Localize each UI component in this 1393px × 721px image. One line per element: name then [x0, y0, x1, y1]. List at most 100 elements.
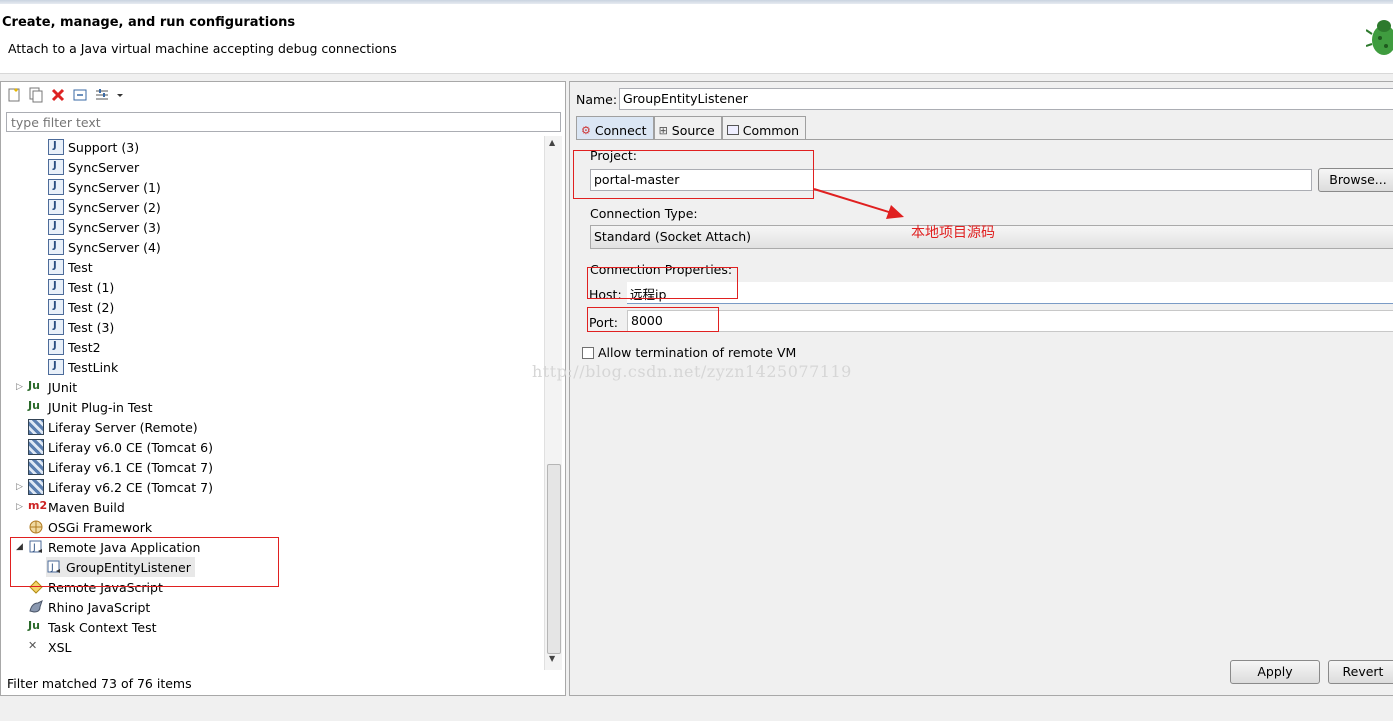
dialog-title: Create, manage, and run configurations: [2, 15, 296, 30]
tree-item[interactable]: ▷ m2 Maven Build: [16, 497, 125, 517]
java-launch-icon: [48, 279, 64, 295]
browse-button[interactable]: Browse...: [1318, 168, 1393, 192]
tree-item[interactable]: ✕ XSL: [28, 637, 71, 657]
name-label: Name:: [576, 92, 618, 107]
revert-button[interactable]: Revert: [1328, 660, 1393, 684]
java-launch-icon: [48, 339, 64, 355]
tree-item-label: Liferay v6.1 CE (Tomcat 7): [48, 459, 213, 475]
tree-item[interactable]: Ju JUnit Plug-in Test: [28, 397, 152, 417]
tree-item[interactable]: SyncServer (2): [48, 197, 161, 217]
tree-item[interactable]: OSGi Framework: [28, 517, 152, 537]
editor-tabs: ⚙ Connect ⊞ Source Common: [576, 116, 807, 140]
tree-item[interactable]: Test2: [48, 337, 101, 357]
new-config-icon[interactable]: [6, 87, 22, 103]
java-launch-icon: [48, 179, 64, 195]
name-field[interactable]: GroupEntityListener: [619, 88, 1393, 110]
tree-item[interactable]: Rhino JavaScript: [28, 597, 150, 617]
expand-arrow-icon[interactable]: ▷: [16, 382, 28, 392]
connect-tab-body: Project: portal-master Browse... Connect…: [576, 139, 1393, 639]
liferay-icon: [28, 419, 44, 435]
tree-item-label: Test (2): [68, 299, 115, 315]
java-launch-icon: [48, 299, 64, 315]
junit-icon: Ju: [28, 379, 40, 392]
scroll-up-icon[interactable]: ▲: [549, 138, 555, 147]
tree-item[interactable]: Support (3): [48, 137, 139, 157]
allow-termination-label: Allow termination of remote VM: [598, 345, 797, 360]
tree-item-label: Test2: [68, 339, 101, 355]
tree-item-junit[interactable]: ▷ Ju JUnit: [16, 377, 77, 397]
tree-item[interactable]: Liferay v6.1 CE (Tomcat 7): [28, 457, 213, 477]
java-launch-icon: [48, 319, 64, 335]
delete-config-icon[interactable]: [50, 87, 66, 103]
tree-scrollbar[interactable]: ▲ ▼: [544, 136, 562, 670]
tree-item-label: Support (3): [68, 139, 140, 155]
tree-item-label: TestLink: [68, 359, 119, 375]
tab-source[interactable]: ⊞ Source: [653, 116, 722, 140]
xsl-icon: ✕: [28, 639, 38, 652]
debug-bug-icon: [1366, 20, 1393, 55]
liferay-icon: [28, 439, 44, 455]
host-field[interactable]: 远程ip: [627, 282, 1393, 304]
filter-settings-icon[interactable]: [94, 87, 110, 103]
config-toolbar: [6, 86, 124, 104]
tree-item[interactable]: SyncServer (4): [48, 237, 161, 257]
tree-item[interactable]: SyncServer: [48, 157, 139, 177]
tab-label: Source: [671, 122, 715, 138]
dialog-subtitle: Attach to a Java virtual machine accepti…: [8, 41, 397, 56]
watermark-text: http://blog.csdn.net/zyzn1425077119: [532, 362, 852, 381]
filter-input[interactable]: [6, 112, 561, 132]
junit-plugin-icon: Ju: [28, 399, 40, 412]
chevron-down-icon[interactable]: [116, 87, 124, 103]
rhino-icon: [28, 599, 44, 615]
tree-item[interactable]: SyncServer (1): [48, 177, 161, 197]
expand-arrow-icon[interactable]: ▷: [16, 482, 28, 492]
java-launch-icon: [48, 199, 64, 215]
tree-item[interactable]: Test (3): [48, 317, 114, 337]
tree-item-label: XSL: [48, 639, 72, 655]
tree-item[interactable]: ▷ Liferay v6.2 CE (Tomcat 7): [16, 477, 213, 497]
scroll-thumb[interactable]: [547, 464, 561, 654]
tree-item[interactable]: Liferay v6.0 CE (Tomcat 6): [28, 437, 213, 457]
tab-connect[interactable]: ⚙ Connect: [576, 116, 654, 140]
java-launch-icon: [48, 259, 64, 275]
tree-item-label: Test (3): [68, 319, 115, 335]
maven-icon: m2: [28, 499, 48, 512]
checkbox-box[interactable]: [582, 346, 594, 359]
filter-status: Filter matched 73 of 76 items: [7, 676, 192, 691]
common-icon: [726, 125, 739, 135]
tree-item-label: Test (1): [68, 279, 115, 295]
expand-arrow-icon[interactable]: ▷: [16, 502, 28, 512]
tree-item[interactable]: Liferay Server (Remote): [28, 417, 198, 437]
collapse-all-icon[interactable]: [72, 87, 88, 103]
annotation-box-host: [587, 267, 738, 299]
tree-item-label: SyncServer (2): [68, 199, 161, 215]
window-title-strip: [0, 0, 1393, 4]
apply-button[interactable]: Apply: [1230, 660, 1320, 684]
tree-item-label: Maven Build: [48, 499, 125, 515]
annotation-box-port: [587, 307, 719, 332]
tab-common[interactable]: Common: [721, 116, 807, 140]
java-launch-icon: [48, 139, 64, 155]
tree-item-label: Test: [68, 259, 93, 275]
tree-item-label: JUnit Plug-in Test: [48, 399, 153, 415]
java-launch-icon: [48, 219, 64, 235]
tree-item-label: Task Context Test: [48, 619, 157, 635]
tree-item[interactable]: Test (2): [48, 297, 114, 317]
tree-item-label: SyncServer: [68, 159, 140, 175]
tree-item[interactable]: SyncServer (3): [48, 217, 161, 237]
tab-label: Common: [742, 122, 800, 138]
tree-item-label: SyncServer (1): [68, 179, 161, 195]
annotation-text: 本地项目源码: [911, 225, 995, 241]
duplicate-config-icon[interactable]: [28, 87, 44, 103]
tree-item[interactable]: TestLink: [48, 357, 118, 377]
tab-label: Connect: [594, 122, 647, 138]
scroll-down-icon[interactable]: ▼: [549, 654, 555, 663]
tree-item[interactable]: Ju Task Context Test: [28, 617, 157, 637]
tree-item[interactable]: Test (1): [48, 277, 114, 297]
tree-item[interactable]: Test: [48, 257, 93, 277]
configuration-list-panel: Support (3) SyncServer SyncServer (1) Sy…: [0, 81, 566, 696]
allow-termination-checkbox[interactable]: Allow termination of remote VM: [582, 345, 796, 360]
tree-item-label: Liferay Server (Remote): [48, 419, 198, 435]
port-field[interactable]: 8000: [627, 310, 1393, 332]
dialog-footer-strip: [0, 700, 1393, 721]
